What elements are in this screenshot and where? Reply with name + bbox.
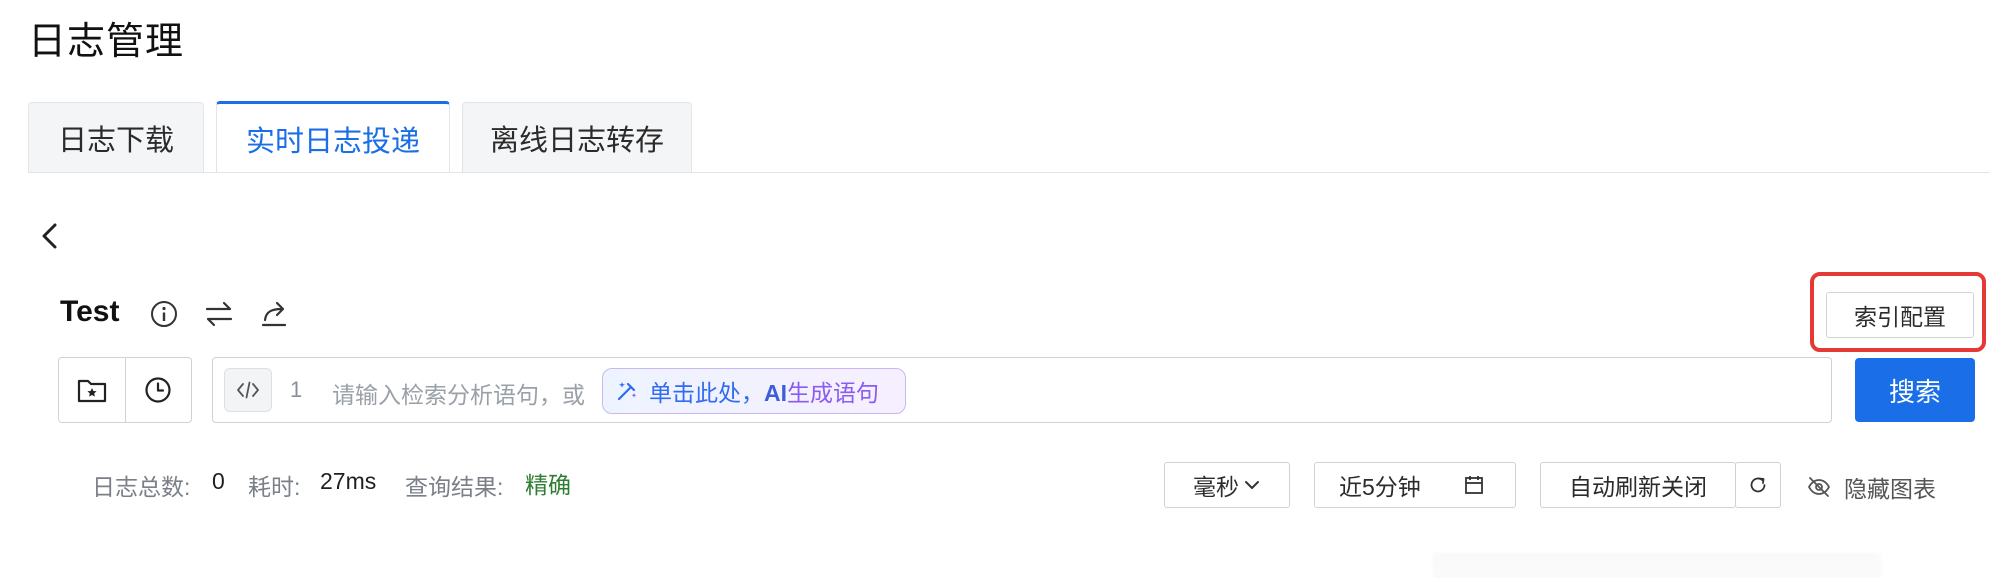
chevron-left-icon [42,223,57,249]
info-button[interactable] [148,298,180,330]
hide-chart-label: 隐藏图表 [1844,476,1936,502]
ai-bold: AI [764,380,787,406]
refresh-icon [1750,477,1766,493]
tab-label: 实时日志投递 [245,125,420,158]
tab-offline-dump[interactable]: 离线日志转存 [462,102,692,172]
ai-prefix: 单击此处， [649,380,764,406]
eye-off-icon [1807,477,1831,497]
ai-suffix: 生成语句 [787,380,879,406]
tab-label: 离线日志转存 [489,124,664,157]
result-value: 精确 [525,472,571,498]
elapsed-label: 耗时: [248,474,301,500]
tab-realtime-delivery[interactable]: 实时日志投递 [216,101,450,173]
clock-icon [145,377,171,403]
chevron-down-icon [1245,481,1259,489]
query-tools-group [58,357,192,423]
index-config-label: 索引配置 [1854,304,1946,330]
search-button[interactable]: 搜索 [1855,358,1975,422]
chart-panel [1434,556,1880,578]
total-count-value: 0 [212,468,225,494]
auto-refresh-label: 自动刷新关闭 [1569,474,1707,500]
code-icon [237,381,259,399]
code-mode-toggle[interactable] [224,368,272,412]
total-count-label: 日志总数: [92,474,191,500]
share-button[interactable] [258,298,290,330]
query-history-button[interactable] [124,358,192,422]
swap-arrows-icon [205,301,233,327]
calendar-icon [1464,476,1483,494]
tab-divider [28,172,1990,173]
info-icon [151,301,177,327]
tab-log-download[interactable]: 日志下载 [28,102,204,172]
time-range-picker[interactable]: 近5分钟 [1314,462,1516,508]
query-placeholder: 请输入检索分析语句，或 [332,382,585,408]
back-button[interactable] [36,218,66,254]
folder-star-icon [77,379,106,403]
time-range-value: 近5分钟 [1339,474,1421,500]
switch-topic-button[interactable] [203,298,235,330]
refresh-button[interactable] [1735,462,1781,508]
search-label: 搜索 [1888,376,1941,407]
page-title: 日志管理 [28,21,185,63]
hide-chart-button[interactable]: 隐藏图表 [1806,470,1936,504]
unit-value: 毫秒 [1193,474,1239,500]
line-number: 1 [290,377,303,402]
saved-queries-button[interactable] [59,358,125,422]
share-icon [261,301,287,327]
index-config-button[interactable]: 索引配置 [1826,292,1974,338]
tab-label: 日志下载 [57,124,174,157]
elapsed-value: 27ms [320,468,377,494]
log-topic-name: Test [60,295,120,328]
magic-wand-icon [617,382,637,401]
result-label: 查询结果: [405,474,504,500]
auto-refresh-toggle[interactable]: 自动刷新关闭 [1540,462,1736,508]
ai-generate-button[interactable]: 单击此处，AI生成语句 [602,368,906,414]
unit-select[interactable]: 毫秒 [1164,462,1290,508]
